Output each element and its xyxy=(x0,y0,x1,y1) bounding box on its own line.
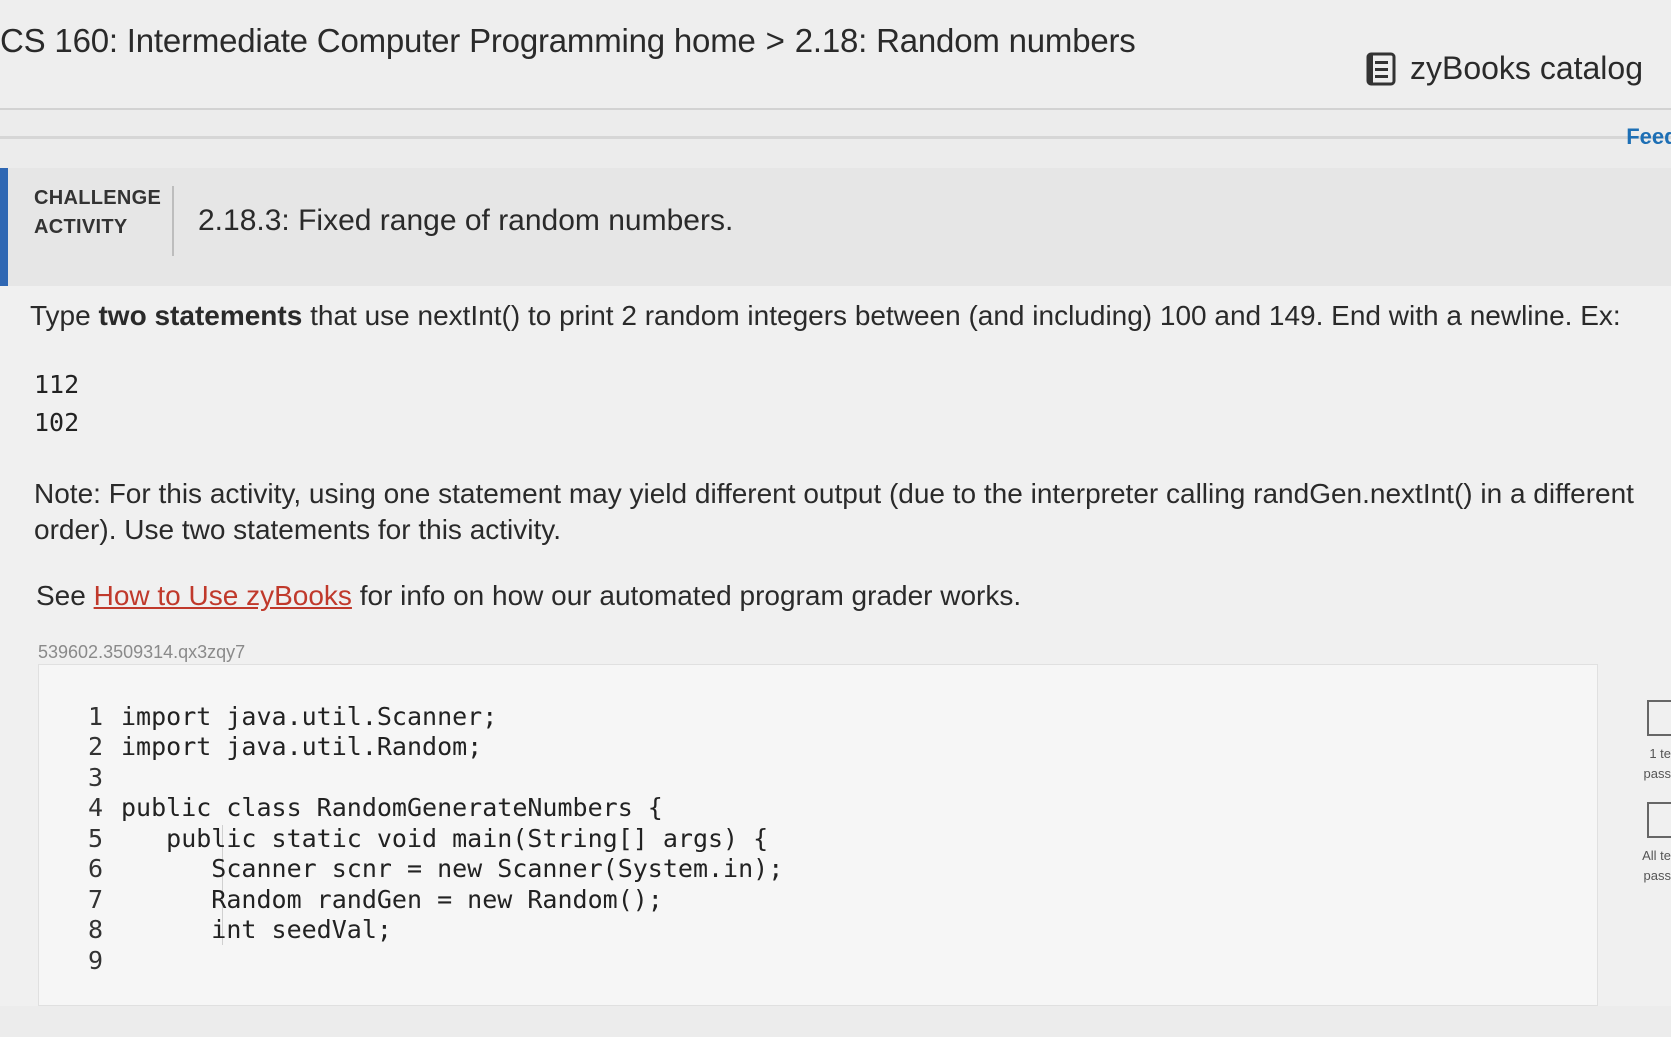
test-status-line: 1 te xyxy=(1649,746,1671,761)
challenge-label-line2: ACTIVITY xyxy=(34,216,128,238)
line-number: 6 xyxy=(87,854,103,883)
instructions-bold: two statements xyxy=(98,300,303,331)
code-lines[interactable]: 1 import java.util.Scanner; 2 import java.u… xyxy=(79,671,783,1037)
test-status-line: pass xyxy=(1643,868,1671,883)
line-number: 3 xyxy=(87,762,103,792)
code-editor[interactable]: 1 import java.util.Scanner; 2 import java.u… xyxy=(38,664,1598,1006)
instructions: Type two statements that use nextInt() t… xyxy=(30,300,1621,332)
see-help-text: See How to Use zyBooks for info on how o… xyxy=(36,580,1021,612)
breadcrumb-course-link[interactable]: CS 160: Intermediate Computer Programmin… xyxy=(0,22,756,59)
example-output-line: 112 xyxy=(34,370,80,399)
line-number: 4 xyxy=(87,793,103,822)
test-status-text: 1 te pass xyxy=(1621,744,1671,784)
challenge-label-line1: CHALLENGE xyxy=(34,187,162,209)
code-line[interactable]: 7 Random randGen = new Random(); xyxy=(79,885,783,916)
activity-id: 539602.3509314.qx3zqy7 xyxy=(38,642,246,662)
challenge-activity-header: CHALLENGE ACTIVITY 2.18.3: Fixed range o… xyxy=(0,168,1671,286)
challenge-activity-label: CHALLENGE ACTIVITY xyxy=(34,184,161,242)
breadcrumb-separator: > xyxy=(765,22,785,59)
how-to-use-zybooks-link[interactable]: How to Use zyBooks xyxy=(94,580,352,611)
header-divider xyxy=(0,136,1671,139)
test-status-line: pass xyxy=(1643,766,1671,781)
line-number: 9 xyxy=(87,945,103,975)
instructions-prefix: Type xyxy=(30,300,99,331)
instructions-suffix: that use nextInt() to print 2 random int… xyxy=(302,300,1621,331)
catalog-label: zyBooks catalog xyxy=(1409,50,1643,86)
line-number: 2 xyxy=(87,732,103,761)
breadcrumb-section: 2.18: Random numbers xyxy=(794,22,1136,59)
see-suffix: for info on how our automated program gr… xyxy=(351,580,1022,611)
code-line[interactable]: 5 public static void main(String[] args)… xyxy=(79,824,783,855)
example-output-line: 102 xyxy=(34,408,80,437)
code-line[interactable]: 6 Scanner scnr = new Scanner(System.in); xyxy=(79,854,783,885)
challenge-content: Type two statements that use nextInt() t… xyxy=(0,286,1671,1006)
code-line[interactable]: 3 xyxy=(79,763,783,794)
code-line[interactable]: 9 xyxy=(79,946,783,977)
feedback-link[interactable]: Feedb xyxy=(1626,124,1671,150)
code-text[interactable]: import java.util.Scanner; xyxy=(121,702,497,731)
line-number: 7 xyxy=(87,884,103,914)
challenge-divider xyxy=(172,186,174,256)
code-text[interactable]: import java.util.Random; xyxy=(121,732,482,761)
challenge-title: 2.18.3: Fixed range of random numbers. xyxy=(198,204,734,237)
test-status-box xyxy=(1647,802,1671,838)
code-line[interactable]: 4 public class RandomGenerateNumbers { xyxy=(79,793,783,824)
code-text[interactable]: Scanner scnr = new Scanner(System.in); xyxy=(121,854,783,883)
line-number: 8 xyxy=(87,915,103,944)
breadcrumb: CS 160: Intermediate Computer Programmin… xyxy=(0,22,1136,60)
code-line[interactable]: 1 import java.util.Scanner; xyxy=(79,702,783,733)
test-status-box xyxy=(1647,700,1671,736)
catalog-icon xyxy=(1366,52,1396,85)
test-status-panel: 1 te pass All te pass xyxy=(1621,700,1671,904)
line-number: 1 xyxy=(87,701,103,731)
top-bar: CS 160: Intermediate Computer Programmin… xyxy=(0,0,1671,110)
line-number: 5 xyxy=(87,823,103,853)
test-status-line: All te xyxy=(1642,848,1671,863)
test-status-text: All te pass xyxy=(1621,846,1671,886)
code-line[interactable]: 2 import java.util.Random; xyxy=(79,732,783,763)
code-text[interactable]: public class RandomGenerateNumbers { xyxy=(121,793,663,822)
see-prefix: See xyxy=(36,580,94,611)
zybooks-catalog-button[interactable]: zyBooks catalog xyxy=(1366,50,1643,87)
code-text[interactable]: public static void main(String[] args) { xyxy=(121,824,768,853)
example-output: 112 102 xyxy=(34,366,79,442)
code-line[interactable]: 8 int seedVal; xyxy=(79,915,783,946)
activity-note: Note: For this activity, using one state… xyxy=(34,478,1634,545)
code-text[interactable]: int seedVal; xyxy=(121,915,392,944)
code-text[interactable]: Random randGen = new Random(); xyxy=(121,885,663,914)
